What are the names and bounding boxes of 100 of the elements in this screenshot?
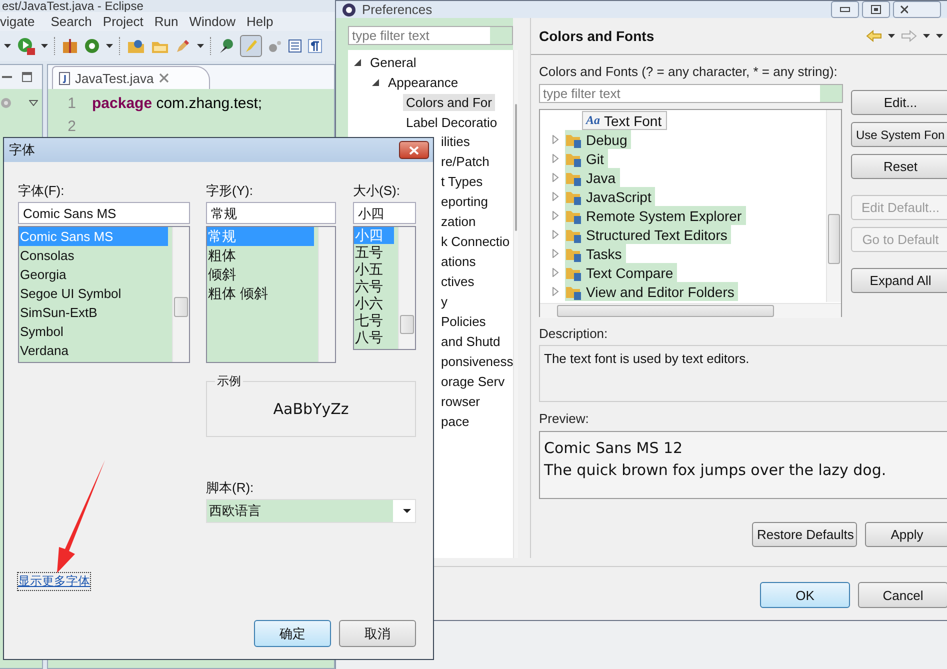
more-fonts-link[interactable]: 显示更多字体 bbox=[18, 573, 90, 590]
document-icon[interactable] bbox=[288, 39, 302, 53]
tree-item[interactable]: Tasks bbox=[565, 244, 626, 263]
collapsed-icon[interactable] bbox=[552, 173, 559, 182]
tree-item[interactable]: zation bbox=[441, 212, 514, 232]
tree-item[interactable]: t Types bbox=[441, 172, 514, 192]
tree-item[interactable]: eporting bbox=[441, 192, 514, 212]
list-item[interactable]: 粗体 倾斜 bbox=[207, 284, 318, 303]
menu-item[interactable]: Run bbox=[154, 14, 178, 29]
search-field[interactable]: type filter text bbox=[539, 84, 843, 103]
maximize-button[interactable] bbox=[862, 1, 890, 18]
list-item[interactable]: Verdana bbox=[19, 341, 172, 360]
collapsed-icon[interactable] bbox=[552, 268, 559, 277]
pin-icon[interactable] bbox=[218, 38, 234, 54]
tree-item[interactable]: Debug bbox=[565, 130, 632, 149]
caret-icon[interactable] bbox=[888, 34, 895, 38]
collapsed-icon[interactable] bbox=[552, 154, 559, 163]
expanded-icon[interactable] bbox=[372, 78, 379, 86]
list-box[interactable]: 常规 粗体 倾斜 粗体 倾斜 bbox=[206, 226, 336, 363]
button[interactable]: Use System Fon bbox=[851, 122, 947, 147]
package-icon[interactable] bbox=[62, 38, 78, 54]
menu-item[interactable]: vigate bbox=[0, 14, 35, 29]
menu-item[interactable]: Project bbox=[102, 14, 144, 29]
caret-icon[interactable] bbox=[29, 100, 38, 106]
list-item[interactable]: 小六 bbox=[354, 295, 398, 312]
collapsed-icon[interactable] bbox=[552, 249, 559, 258]
menu-item[interactable]: Window bbox=[189, 14, 236, 29]
list-item[interactable]: 七号 bbox=[354, 312, 398, 329]
list-item[interactable]: 五号 bbox=[354, 244, 398, 261]
tree-item[interactable]: ilities bbox=[441, 132, 514, 152]
tree-item[interactable]: Aa Text Font bbox=[582, 111, 667, 130]
list-item[interactable]: 八号 bbox=[354, 329, 398, 346]
button[interactable]: OK bbox=[760, 582, 850, 608]
collapsed-icon[interactable] bbox=[552, 211, 559, 220]
collapsed-icon[interactable] bbox=[552, 192, 559, 201]
input-field[interactable]: 常规 bbox=[206, 202, 336, 224]
tree-item[interactable]: and Shutd bbox=[441, 332, 514, 352]
caret-icon[interactable] bbox=[4, 44, 11, 48]
button[interactable]: Expand All bbox=[851, 268, 947, 293]
button[interactable]: Restore Defaults bbox=[752, 522, 857, 547]
list-item[interactable]: Georgia bbox=[19, 265, 172, 284]
close-button[interactable] bbox=[893, 1, 941, 18]
list-item[interactable]: 六号 bbox=[354, 278, 398, 295]
list-item[interactable]: Segoe UI Symbol bbox=[19, 284, 172, 303]
collapsed-icon[interactable] bbox=[552, 230, 559, 239]
caret-icon[interactable] bbox=[106, 44, 113, 48]
minimize-icon[interactable] bbox=[2, 73, 12, 81]
tree-item[interactable]: rowser bbox=[441, 392, 514, 412]
paragraph-icon[interactable] bbox=[308, 39, 322, 53]
tree-item[interactable]: Appearance bbox=[385, 74, 462, 90]
button[interactable]: Cancel bbox=[858, 582, 947, 608]
list-item[interactable]: 粗体 bbox=[207, 246, 318, 265]
tree-item[interactable]: ations bbox=[441, 252, 514, 272]
tree-item[interactable]: pace bbox=[441, 412, 514, 432]
close-button[interactable] bbox=[399, 141, 429, 159]
list-box[interactable]: 小四 五号 小五 六号 小六 七号 八号 bbox=[353, 226, 416, 350]
search-field[interactable]: type filter text bbox=[348, 26, 513, 45]
tree-item[interactable]: Label Decoratio bbox=[403, 114, 500, 130]
input-field[interactable]: 小四 bbox=[353, 202, 416, 224]
tree-item[interactable]: Text Compare bbox=[565, 263, 678, 282]
editor-tab[interactable]: JavaTest.java bbox=[52, 66, 210, 89]
menu-item[interactable]: Search bbox=[50, 14, 92, 29]
tree-item[interactable]: General bbox=[367, 54, 420, 70]
tool-icon[interactable] bbox=[268, 39, 282, 53]
input-field[interactable]: Comic Sans MS bbox=[18, 202, 190, 224]
tree-item[interactable]: ponsiveness bbox=[441, 352, 514, 372]
tree-item[interactable]: Structured Text Editors bbox=[565, 225, 732, 244]
button[interactable]: Edit... bbox=[851, 90, 947, 115]
brush-button[interactable] bbox=[240, 35, 262, 57]
back-arrow-icon[interactable] bbox=[866, 30, 882, 42]
collapsed-icon[interactable] bbox=[552, 135, 559, 144]
tree-item[interactable]: Remote System Explorer bbox=[565, 206, 746, 225]
tree-item[interactable]: View and Editor Folders bbox=[565, 282, 738, 301]
list-box[interactable]: Comic Sans MS Consolas Georgia Segoe UI Symbol SimSun-ExtB Symbol Verdana bbox=[18, 226, 190, 363]
menu-item[interactable]: Help bbox=[246, 14, 274, 29]
tree-item[interactable]: re/Patch bbox=[441, 152, 514, 172]
pencil-icon[interactable] bbox=[175, 38, 191, 54]
refresh-icon[interactable] bbox=[84, 38, 100, 54]
tree-item[interactable]: k Connectio bbox=[441, 232, 514, 252]
list-item[interactable]: 倾斜 bbox=[207, 265, 318, 284]
caret-icon[interactable] bbox=[41, 44, 48, 48]
list-item[interactable]: SimSun-ExtB bbox=[19, 303, 172, 322]
button[interactable]: Apply bbox=[865, 522, 947, 547]
caret-icon[interactable] bbox=[197, 44, 204, 48]
list-item[interactable]: Consolas bbox=[19, 246, 172, 265]
tree-item[interactable]: Policies bbox=[441, 312, 514, 332]
folder-icon[interactable] bbox=[127, 38, 145, 54]
dropdown[interactable]: 西欧语言 bbox=[206, 499, 416, 523]
tree-item[interactable]: Git bbox=[565, 149, 608, 168]
minimize-button[interactable] bbox=[831, 1, 859, 18]
tree-item[interactable]: orage Serv bbox=[441, 372, 514, 392]
tree-item[interactable]: JavaScript bbox=[565, 187, 656, 206]
button[interactable]: 确定 bbox=[254, 620, 331, 647]
tree-item[interactable]: Colors and For bbox=[403, 94, 495, 110]
expanded-icon[interactable] bbox=[354, 58, 361, 66]
run-icon[interactable] bbox=[17, 37, 35, 55]
tree-item[interactable]: y bbox=[441, 292, 514, 312]
close-icon[interactable] bbox=[158, 73, 169, 83]
maximize-icon[interactable] bbox=[22, 72, 32, 82]
list-item[interactable]: 小五 bbox=[354, 261, 398, 278]
